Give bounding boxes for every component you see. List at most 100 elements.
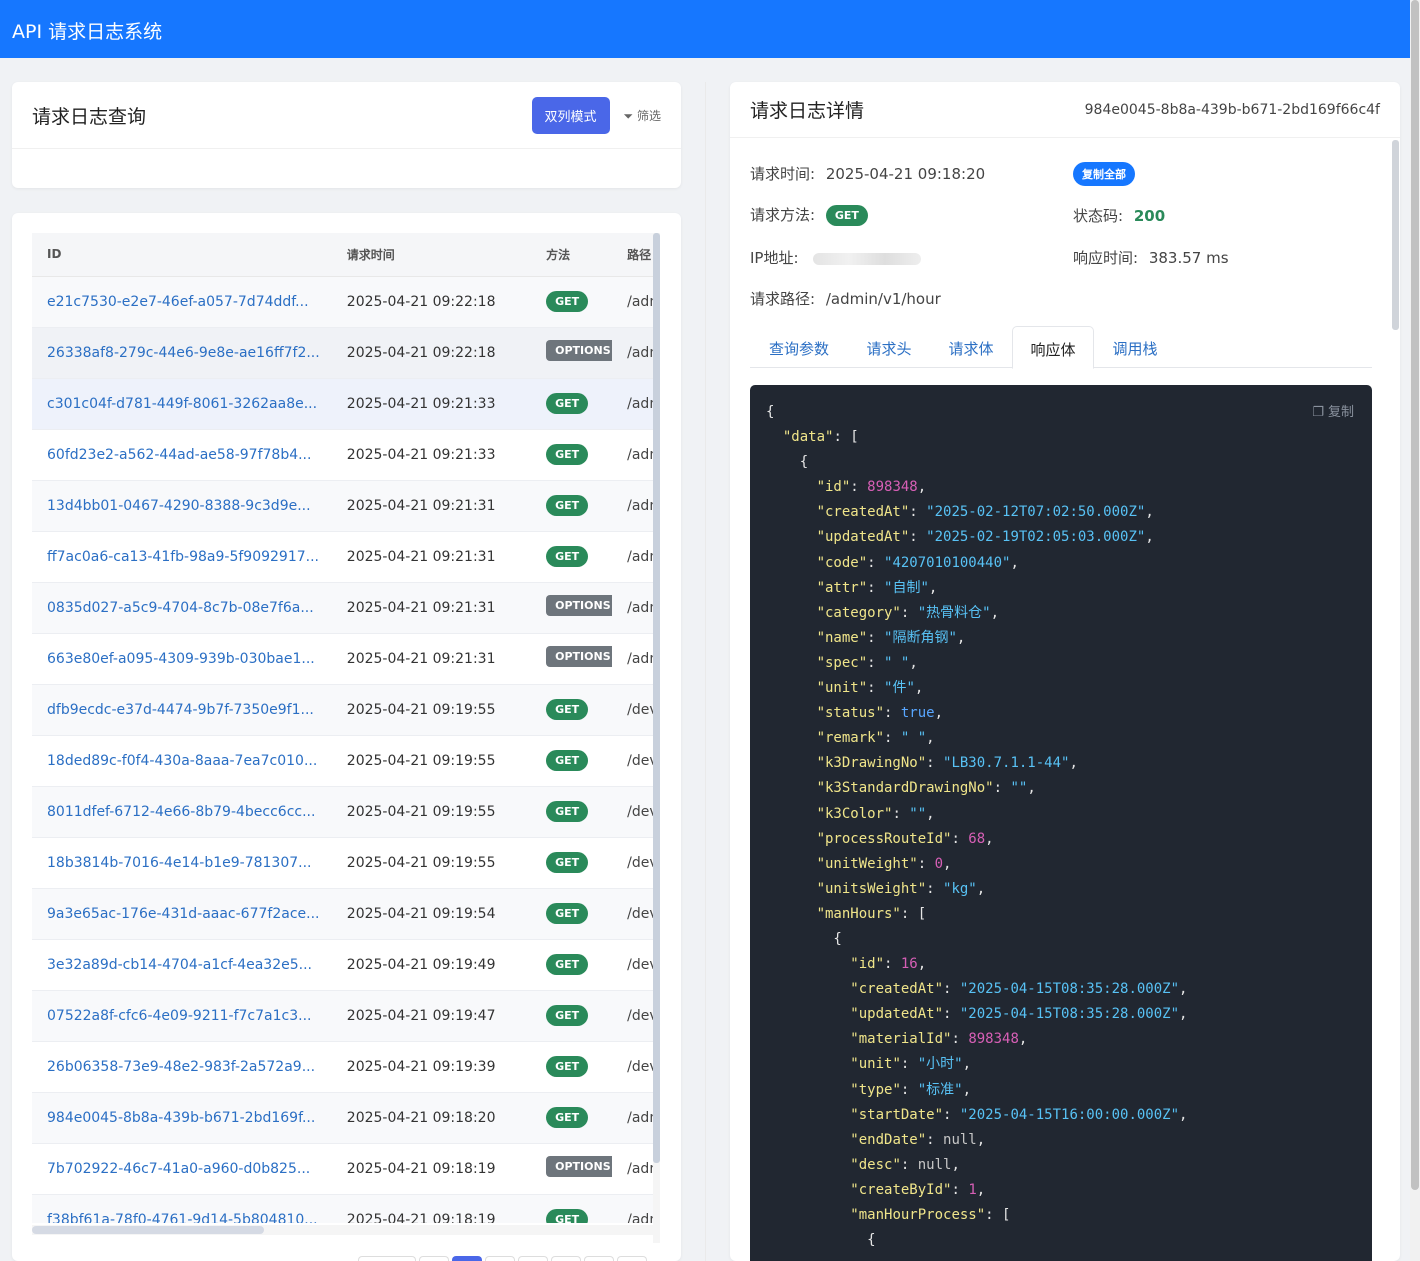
page-scrollbar[interactable] [1410, 0, 1420, 1261]
row-method-cell: GET [531, 531, 613, 583]
row-id-link[interactable]: 13d4bb01-0467-4290-8388-9c3d9e... [47, 498, 311, 514]
code-line: "unitsWeight": "kg", [766, 877, 1372, 902]
table-row[interactable]: 663e80ef-a095-4309-939b-030bae1... 2025-0… [32, 633, 653, 685]
code-token: "热骨料仓" [917, 604, 991, 621]
tab-call-stack[interactable]: 调用栈 [1094, 326, 1176, 368]
col-header-method[interactable]: 方法 [531, 233, 613, 277]
code-token: : [884, 956, 901, 973]
table-row[interactable]: 8011dfef-6712-4e66-8b79-4becc6cc... 2025-… [32, 786, 653, 838]
table-row[interactable]: 07522a8f-cfc6-4e09-9211-f7c7a1c3... 2025-… [32, 990, 653, 1042]
col-header-time[interactable]: 请求时间 [331, 233, 532, 277]
row-id-link[interactable]: 07522a8f-cfc6-4e09-9211-f7c7a1c3... [47, 1008, 311, 1024]
pager-button[interactable] [551, 1256, 581, 1261]
pager-button[interactable] [617, 1256, 647, 1261]
row-id-link[interactable]: e21c7530-e2e7-46ef-a057-7d74ddf... [47, 294, 309, 310]
table-horizontal-scrollbar[interactable] [32, 1225, 653, 1235]
row-id-link[interactable]: 8011dfef-6712-4e66-8b79-4becc6cc... [47, 804, 315, 820]
row-path-cell: /dev [612, 1041, 653, 1093]
row-method-cell: GET [531, 378, 613, 430]
table-row[interactable]: 984e0045-8b8a-439b-b671-2bd169f... 2025-0… [32, 1092, 653, 1144]
row-id-link[interactable]: 60fd23e2-a562-44ad-ae58-97f78b4... [47, 447, 311, 463]
row-id-link[interactable]: 18ded89c-f0f4-430a-8aaa-7ea7c010... [47, 753, 317, 769]
code-token: : [850, 479, 868, 496]
row-time-cell: 2025-04-21 09:21:31 [331, 480, 532, 532]
table-row[interactable]: 60fd23e2-a562-44ad-ae58-97f78b4... 2025-0… [32, 429, 653, 481]
dual-mode-button[interactable]: 双列模式 [531, 96, 610, 134]
response-time-field: 响应时间: 383.57 ms [1073, 247, 1229, 268]
row-id-cell: 07522a8f-cfc6-4e09-9211-f7c7a1c3... [32, 990, 332, 1042]
table-row[interactable]: 18b3814b-7016-4e14-b1e9-781307... 2025-04… [32, 837, 653, 889]
method-badge: GET [546, 495, 589, 516]
code-token: "remark" [816, 730, 885, 747]
code-token: , [917, 479, 927, 496]
table-vertical-scrollbar[interactable] [653, 233, 660, 1243]
code-token: "2025-04-15T16:00:00.000Z" [959, 1106, 1180, 1123]
table-row[interactable]: dfb9ecdc-e37d-4474-9b7f-7350e9f1... 2025-… [32, 684, 653, 736]
row-id-link[interactable]: 3e32a89d-cb14-4704-a1cf-4ea32e5... [47, 957, 312, 973]
col-header-id[interactable]: ID [32, 233, 332, 277]
filter-button[interactable]: ⏷ 筛选 [624, 107, 661, 124]
row-path-cell: /adm [612, 327, 653, 379]
row-id-link[interactable]: 26b06358-73e9-48e2-983f-2a572a9... [47, 1059, 315, 1075]
code-token: "createById" [850, 1181, 952, 1198]
tab-response-body[interactable]: 响应体 [1012, 326, 1094, 369]
row-time-cell: 2025-04-21 09:19:55 [331, 735, 532, 787]
table-row[interactable]: 18ded89c-f0f4-430a-8aaa-7ea7c010... 2025-… [32, 735, 653, 787]
code-token: : [917, 855, 935, 872]
row-id-link[interactable]: 26338af8-279c-44e6-9e8e-ae16ff7f2... [47, 345, 320, 361]
table-row[interactable]: e21c7530-e2e7-46ef-a057-7d74ddf... 2025-0… [32, 276, 653, 328]
panel-divider[interactable] [705, 82, 706, 1261]
table-row[interactable]: 3e32a89d-cb14-4704-a1cf-4ea32e5... 2025-0… [32, 939, 653, 991]
row-id-link[interactable]: 984e0045-8b8a-439b-b671-2bd169f... [47, 1110, 315, 1126]
detail-scrollbar[interactable] [1392, 140, 1399, 1260]
row-id-link[interactable]: 663e80ef-a095-4309-939b-030bae1... [47, 651, 315, 667]
tab-request-headers[interactable]: 请求头 [848, 326, 930, 368]
method-badge: GET [546, 1005, 589, 1026]
row-id-link[interactable]: dfb9ecdc-e37d-4474-9b7f-7350e9f1... [47, 702, 314, 718]
code-token: : [867, 654, 885, 671]
table-row[interactable]: 0835d027-a5c9-4704-8c7b-08e7f6a... 2025-0… [32, 582, 653, 634]
response-body-code: ❐ 复制 { "data": [ { "id": 898348, "create… [750, 385, 1372, 1261]
pager-button[interactable] [584, 1256, 614, 1261]
row-id-link[interactable]: f38bf61a-78f0-4761-9d14-5b804810... [47, 1212, 318, 1224]
row-id-link[interactable]: 9a3e65ac-176e-431d-aaac-677f2ace... [47, 906, 319, 922]
request-method-badge: GET [825, 205, 868, 226]
table-row[interactable]: 13d4bb01-0467-4290-8388-9c3d9e... 2025-04… [32, 480, 653, 532]
row-id-link[interactable]: 7b702922-46c7-41a0-a960-d0b825... [47, 1161, 310, 1177]
code-token: "2025-04-15T08:35:28.000Z" [959, 981, 1180, 998]
table-horizontal-scrollbar-thumb[interactable] [32, 1226, 264, 1234]
row-id-link[interactable]: 18b3814b-7016-4e14-b1e9-781307... [47, 855, 312, 871]
row-id-link[interactable]: ff7ac0a6-ca13-41fb-98a9-5f9092917... [47, 549, 319, 565]
row-id-link[interactable]: c301c04f-d781-449f-8061-3262aa8e... [47, 396, 317, 412]
table-row[interactable]: 9a3e65ac-176e-431d-aaac-677f2ace... 2025-… [32, 888, 653, 940]
tab-request-body[interactable]: 请求体 [930, 326, 1012, 368]
filter-icon: ⏷ [623, 108, 634, 123]
row-path-cell: /adm [612, 1092, 653, 1144]
detail-scrollbar-thumb[interactable] [1392, 140, 1399, 330]
pager-button[interactable] [485, 1256, 515, 1261]
table-vertical-scrollbar-thumb[interactable] [653, 233, 660, 1163]
copy-all-button[interactable]: 复制全部 [1073, 162, 1135, 186]
code-token: "unit" [816, 680, 868, 697]
col-header-path[interactable]: 路径 [612, 233, 653, 277]
row-id-cell: 8011dfef-6712-4e66-8b79-4becc6cc... [32, 786, 332, 838]
row-method-cell: GET [531, 1041, 613, 1093]
code-copy-button[interactable]: ❐ 复制 [1312, 401, 1354, 420]
table-row[interactable]: f38bf61a-78f0-4761-9d14-5b804810... 2025-… [32, 1194, 653, 1223]
table-row[interactable]: ff7ac0a6-ca13-41fb-98a9-5f9092917... 2025… [32, 531, 653, 583]
table-row[interactable]: 7b702922-46c7-41a0-a960-d0b825... 2025-04… [32, 1143, 653, 1195]
pager-button[interactable] [358, 1256, 416, 1261]
row-id-link[interactable]: 0835d027-a5c9-4704-8c7b-08e7f6a... [47, 600, 314, 616]
pager-button[interactable] [518, 1256, 548, 1261]
code-line: "code": "4207010100440", [766, 551, 1372, 576]
tab-query-params[interactable]: 查询参数 [750, 326, 848, 368]
table-row[interactable]: 26338af8-279c-44e6-9e8e-ae16ff7f2... 2025… [32, 327, 653, 379]
pager-button[interactable] [419, 1256, 449, 1261]
table-row[interactable]: 26b06358-73e9-48e2-983f-2a572a9... 2025-0… [32, 1041, 653, 1093]
code-token: : [943, 1106, 960, 1123]
pager-button-active[interactable] [452, 1256, 482, 1261]
table-row[interactable]: c301c04f-d781-449f-8061-3262aa8e... 2025-… [32, 378, 653, 430]
page-scrollbar-thumb[interactable] [1411, 0, 1419, 1190]
